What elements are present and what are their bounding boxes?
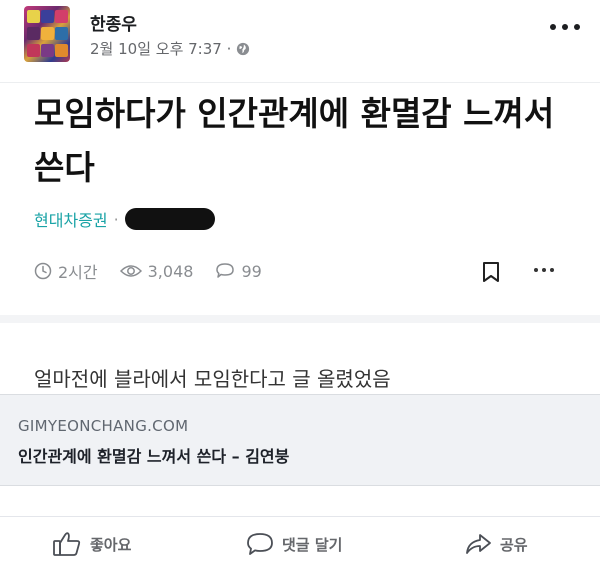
share-button[interactable]: 공유 (464, 531, 528, 557)
post-header: 한종우 2월 10일 오후 7:37 · (0, 0, 600, 72)
eye-icon (119, 265, 142, 277)
stat-comments: 99 (215, 261, 262, 281)
stat-time-value: 2시간 (58, 263, 98, 282)
avatar[interactable] (24, 6, 70, 62)
bookmark-icon[interactable] (482, 261, 500, 283)
screenshot-title: 모임하다가 인간관계에 환멸감 느껴서 쓴다 (34, 94, 555, 187)
screenshot-divider (0, 315, 600, 323)
company-line: 현대차증권 · (34, 207, 215, 231)
comment-label: 댓글 달기 (282, 535, 343, 554)
company-name: 현대차증권 (34, 211, 108, 230)
embedded-screenshot[interactable]: 모임하다가 인간관계에 환멸감 느껴서 쓴다 현대차증권 · 2시간 3,048 (0, 82, 600, 394)
globe-icon (237, 42, 250, 55)
post-meta: 2월 10일 오후 7:37 · (90, 38, 250, 59)
share-arrow-icon (466, 534, 491, 554)
share-label: 공유 (500, 535, 528, 554)
link-preview[interactable]: GIMYEONCHANG.COM 인간관계에 환멸감 느껴서 쓴다 – 김연붕 (0, 394, 600, 486)
link-title: 인간관계에 환멸감 느껴서 쓴다 – 김연붕 (18, 447, 290, 466)
post-timestamp[interactable]: 2월 10일 오후 7:37 · (90, 38, 231, 59)
company-separator: · (113, 209, 119, 229)
comment-icon (247, 533, 273, 555)
author-name[interactable]: 한종우 (90, 10, 137, 35)
clock-icon (34, 262, 52, 280)
more-options-icon[interactable] (550, 18, 580, 36)
thumbs-up-icon (53, 532, 81, 556)
comment-button[interactable]: 댓글 달기 (246, 531, 342, 557)
like-button[interactable]: 좋아요 (52, 531, 131, 557)
link-domain: GIMYEONCHANG.COM (18, 417, 189, 435)
stat-views: 3,048 (119, 261, 194, 281)
card-more-icon[interactable] (534, 268, 554, 272)
stat-time: 2시간 (34, 259, 98, 283)
stat-comments-value: 99 (241, 261, 262, 281)
comment-bubble-icon (216, 263, 235, 278)
redacted-name (124, 208, 215, 230)
facebook-post: 한종우 2월 10일 오후 7:37 · 모임하다가 인간관계에 환멸감 느껴서… (0, 0, 600, 566)
like-label: 좋아요 (90, 535, 132, 554)
action-bar: 좋아요 댓글 달기 공유 (0, 516, 600, 566)
screenshot-body: 얼마전에 블라에서 모임한다고 글 올렸었음 (34, 367, 391, 391)
stat-views-value: 3,048 (147, 261, 194, 281)
stats-row: 2시간 3,048 99 (34, 259, 262, 283)
